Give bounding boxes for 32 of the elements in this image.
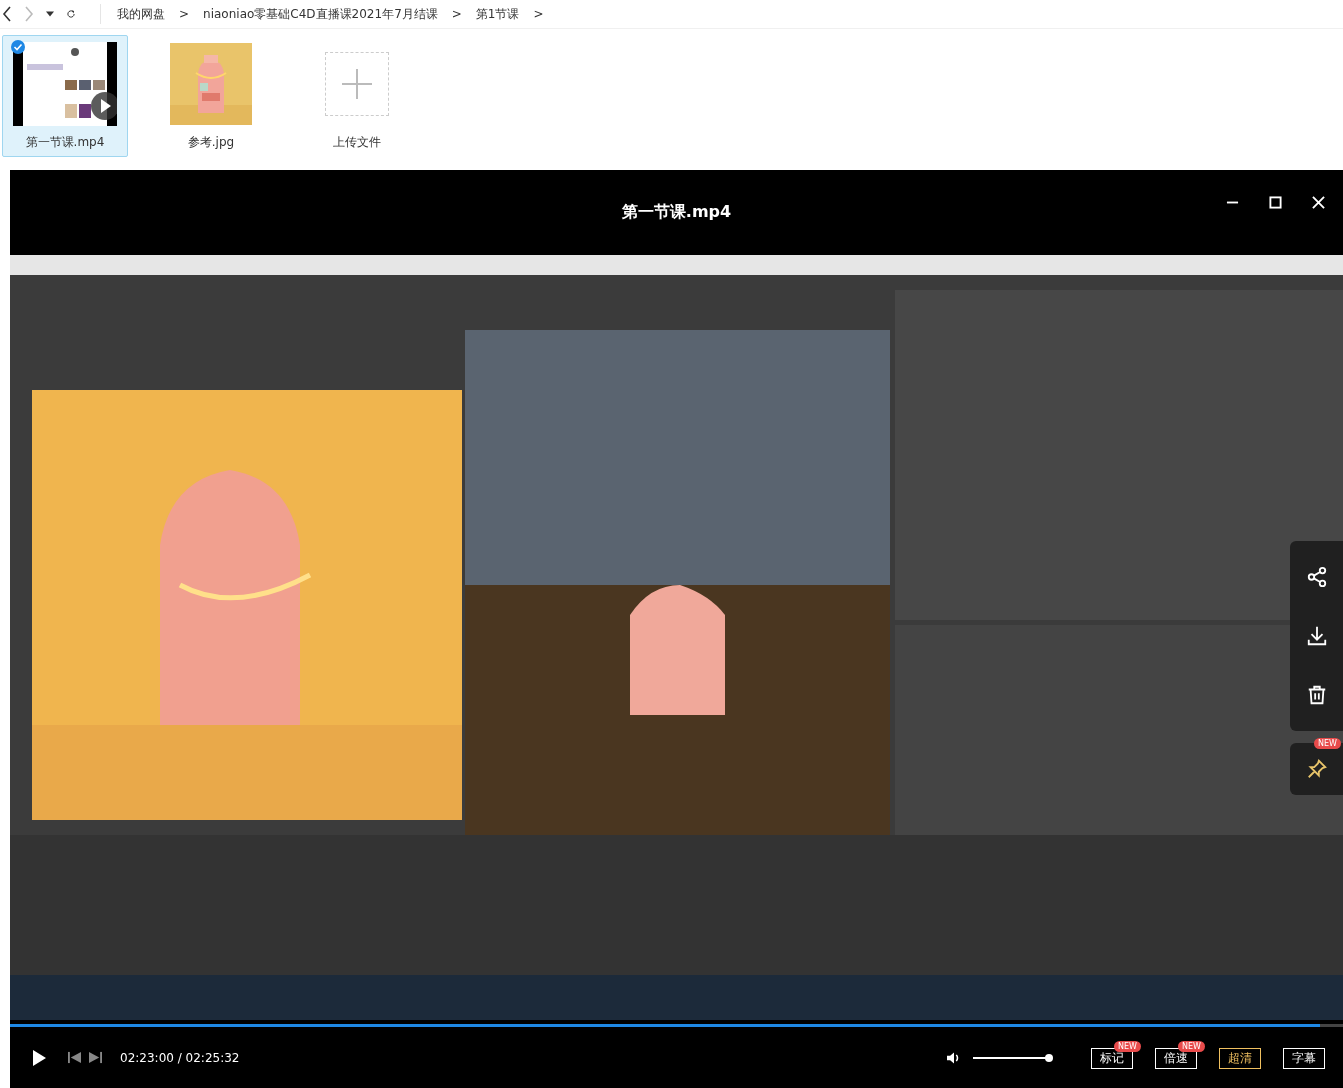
file-name: 参考.jpg xyxy=(187,134,235,151)
close-icon[interactable] xyxy=(1312,196,1325,209)
share-icon[interactable] xyxy=(1305,565,1328,588)
video-title: 第一节课.mp4 xyxy=(621,202,732,223)
file-item[interactable]: 上传文件 xyxy=(294,35,420,157)
file-name: 上传文件 xyxy=(333,134,381,151)
breadcrumb-link[interactable]: 我的网盘 xyxy=(117,5,165,23)
file-item[interactable]: 第一节课.mp4 xyxy=(2,35,128,157)
back-icon[interactable] xyxy=(2,6,12,22)
previous-icon[interactable] xyxy=(68,1051,81,1064)
play-icon[interactable] xyxy=(32,1049,46,1066)
check-icon[interactable] xyxy=(11,40,25,54)
breadcrumb-link[interactable]: niaoniao零基础C4D直播课2021年7月结课 xyxy=(203,5,438,23)
player-button[interactable]: 字幕 xyxy=(1283,1047,1325,1069)
breadcrumb-link[interactable]: 第1节课 xyxy=(475,5,520,23)
plus-icon xyxy=(342,69,372,99)
new-badge: NEW xyxy=(1178,1040,1205,1052)
file-name: 第一节课.mp4 xyxy=(25,134,105,151)
pin-icon xyxy=(1305,758,1328,780)
playback-time: 02:23:00 / 02:25:32 xyxy=(120,1050,240,1065)
next-icon[interactable] xyxy=(89,1051,102,1064)
file-item[interactable]: 参考.jpg xyxy=(148,35,274,157)
breadcrumb-separator: > xyxy=(533,7,544,21)
breadcrumb-separator: > xyxy=(451,7,462,21)
player-button[interactable]: 超清 xyxy=(1219,1047,1261,1069)
download-icon[interactable] xyxy=(1305,625,1328,647)
maximize-icon[interactable] xyxy=(1269,196,1282,209)
dropdown-icon[interactable] xyxy=(46,11,54,17)
volume-thumb[interactable] xyxy=(1045,1053,1053,1062)
new-badge: NEW xyxy=(1114,1040,1141,1052)
new-badge: NEW xyxy=(1314,738,1341,749)
breadcrumb-separator: > xyxy=(179,7,190,21)
